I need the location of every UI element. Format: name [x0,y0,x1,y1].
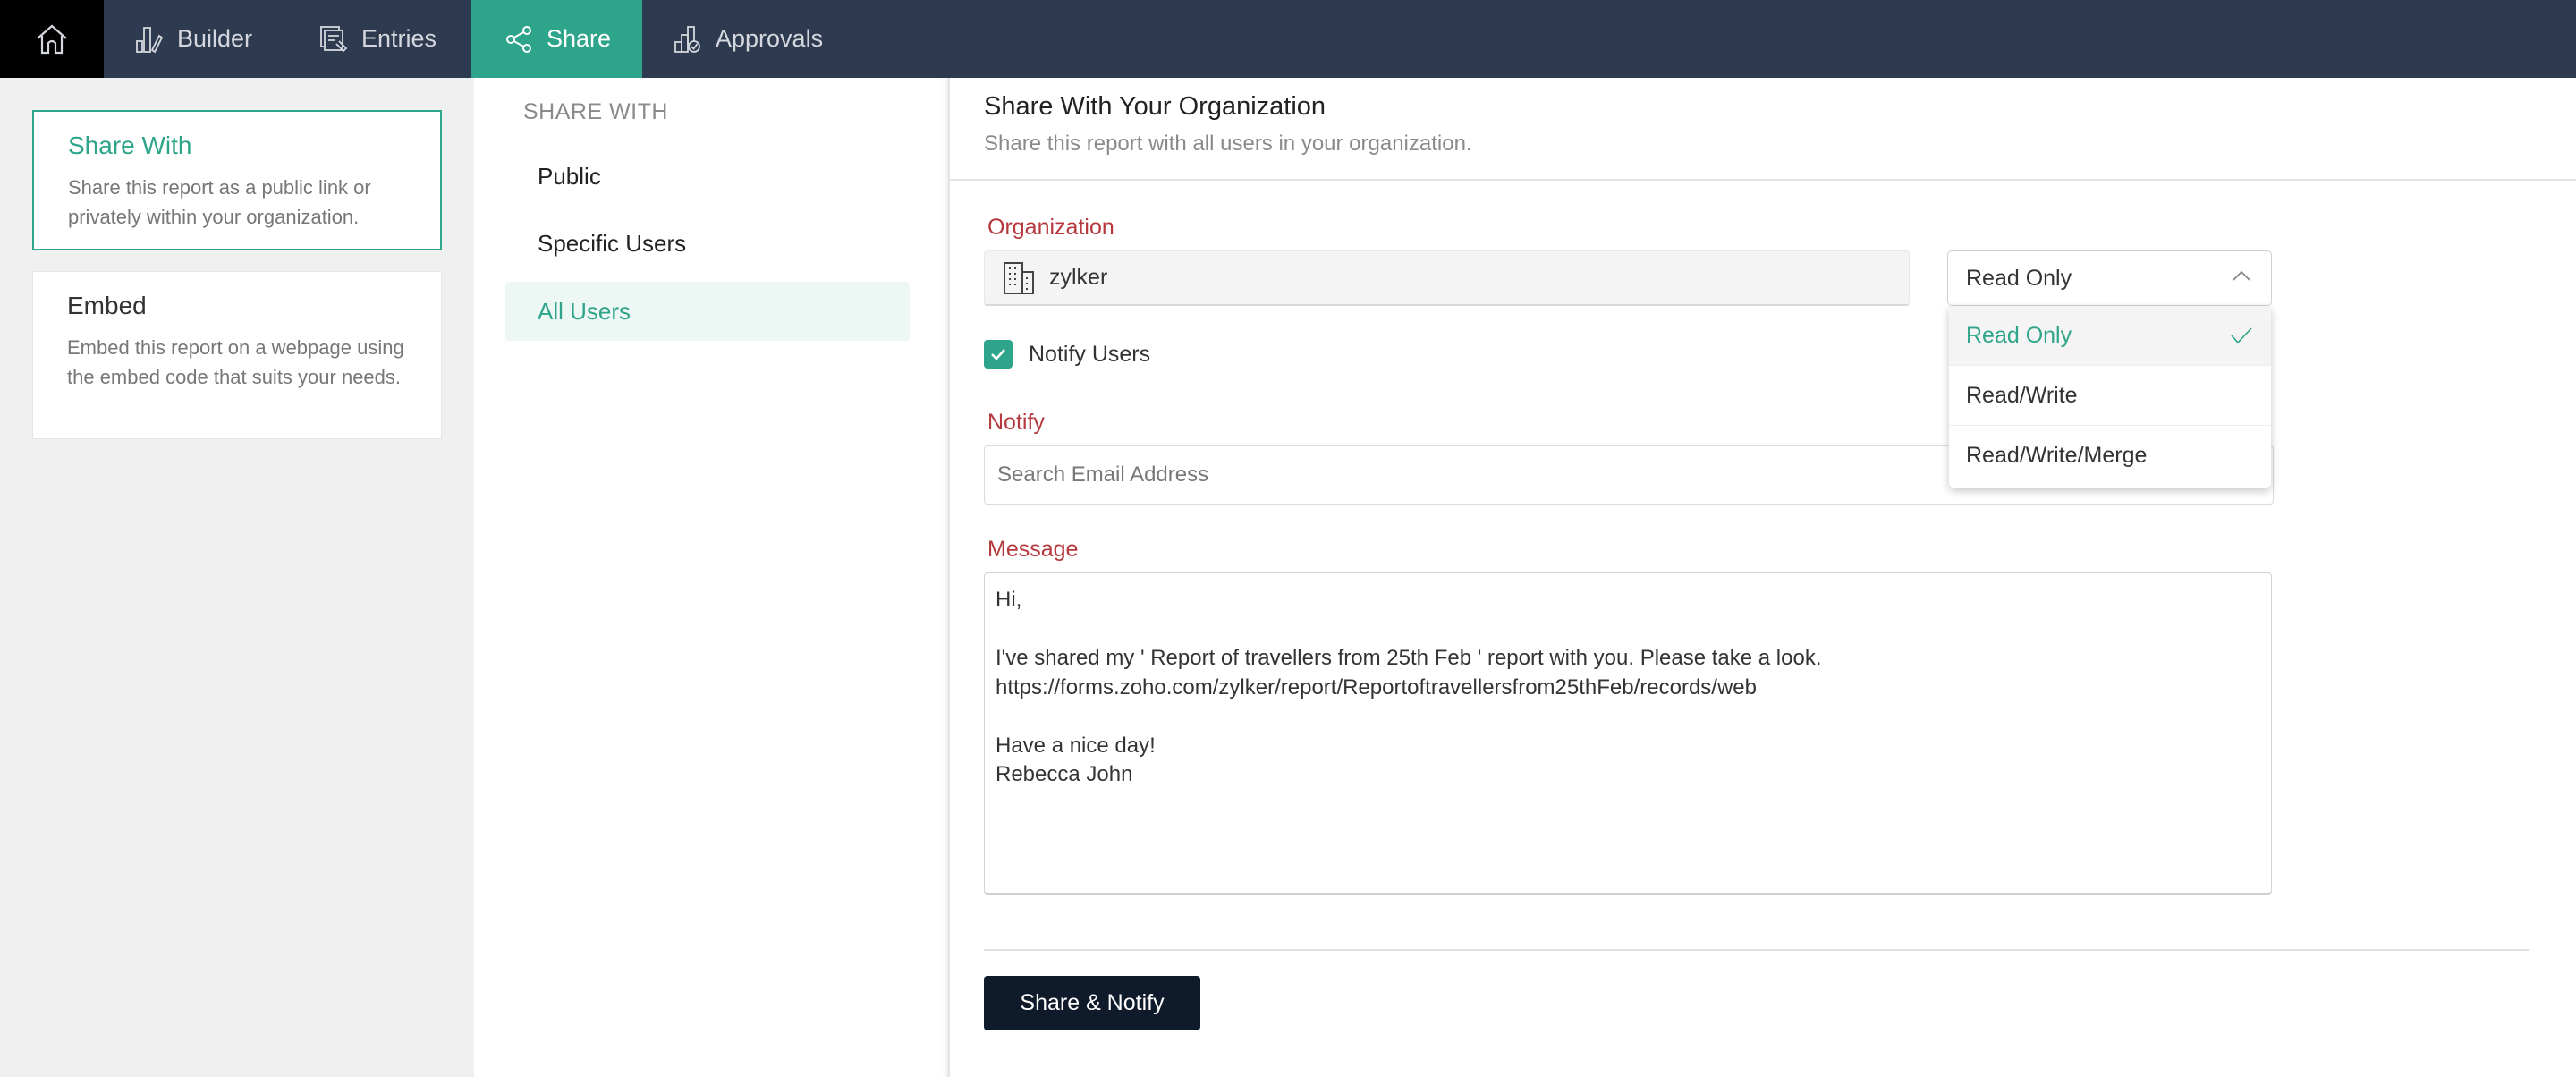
home-icon [37,24,67,54]
share-option-all-users[interactable]: All Users [505,282,910,341]
tab-builder[interactable]: Builder [134,0,277,78]
permission-option-read-only[interactable]: Read Only [1949,306,2271,366]
entries-icon [318,24,349,55]
card-description: Share this report as a public link or pr… [68,176,371,228]
option-label: Read Only [1966,322,2072,348]
organization-value: zylker [1049,265,1108,290]
option-label: Read/Write [1966,382,2078,408]
notify-users-checkbox[interactable] [984,340,1013,369]
sidebar-card-embed[interactable]: Embed Embed this report on a webpage usi… [32,271,442,439]
permission-menu: Read Only Read/Write Read/Write/Merge [1949,306,2271,488]
footer-divider [984,949,2529,951]
organization-field: zylker [984,250,1910,306]
building-icon [1004,261,1034,294]
tab-approvals[interactable]: Approvals [673,0,852,78]
permission-option-read-write-merge[interactable]: Read/Write/Merge [1949,426,2271,486]
share-with-heading: SHARE WITH [523,99,668,124]
approvals-icon [673,24,703,55]
page-subtitle: Share this report with all users in your… [984,131,1472,156]
builder-icon [134,24,165,55]
main-panel: Share With Your Organization Share this … [950,78,2576,1077]
tab-approvals-label: Approvals [716,25,824,52]
share-with-panel: SHARE WITH Public Specific Users All Use… [474,78,950,1077]
sidebar: Share With Share this report as a public… [0,78,474,1077]
header-divider [950,179,2576,181]
notify-label: Notify [987,410,1045,435]
share-icon [504,24,534,55]
share-and-notify-button[interactable]: Share & Notify [984,976,1200,1030]
notify-users-label: Notify Users [1029,341,1151,367]
tab-entries[interactable]: Entries [318,0,462,78]
checkmark-icon [991,349,1005,360]
share-option-public[interactable]: Public [505,147,910,206]
share-option-specific-users[interactable]: Specific Users [505,214,910,273]
permission-selected: Read Only [1966,265,2072,291]
card-title: Embed [67,292,147,319]
option-label: Read/Write/Merge [1966,443,2148,468]
notify-users-row: Notify Users [984,340,1150,369]
message-label: Message [987,537,1079,562]
permission-dropdown[interactable]: Read Only [1947,250,2272,306]
card-title: Share With [68,131,192,159]
tab-share-label: Share [547,25,612,52]
check-icon [2231,327,2252,344]
tab-entries-label: Entries [361,25,437,52]
chevron-up-icon [2233,270,2250,281]
home-button[interactable] [0,0,104,78]
organization-label: Organization [987,215,1114,240]
permission-option-read-write[interactable]: Read/Write [1949,366,2271,426]
message-textarea[interactable] [984,572,2272,895]
sidebar-card-share-with[interactable]: Share With Share this report as a public… [32,110,442,250]
tab-share[interactable]: Share [471,0,642,78]
card-description: Embed this report on a webpage using the… [67,336,404,388]
tab-builder-label: Builder [177,25,253,52]
top-nav: Builder Entries Share Approvals [0,0,2576,78]
page-title: Share With Your Organization [984,92,1326,121]
